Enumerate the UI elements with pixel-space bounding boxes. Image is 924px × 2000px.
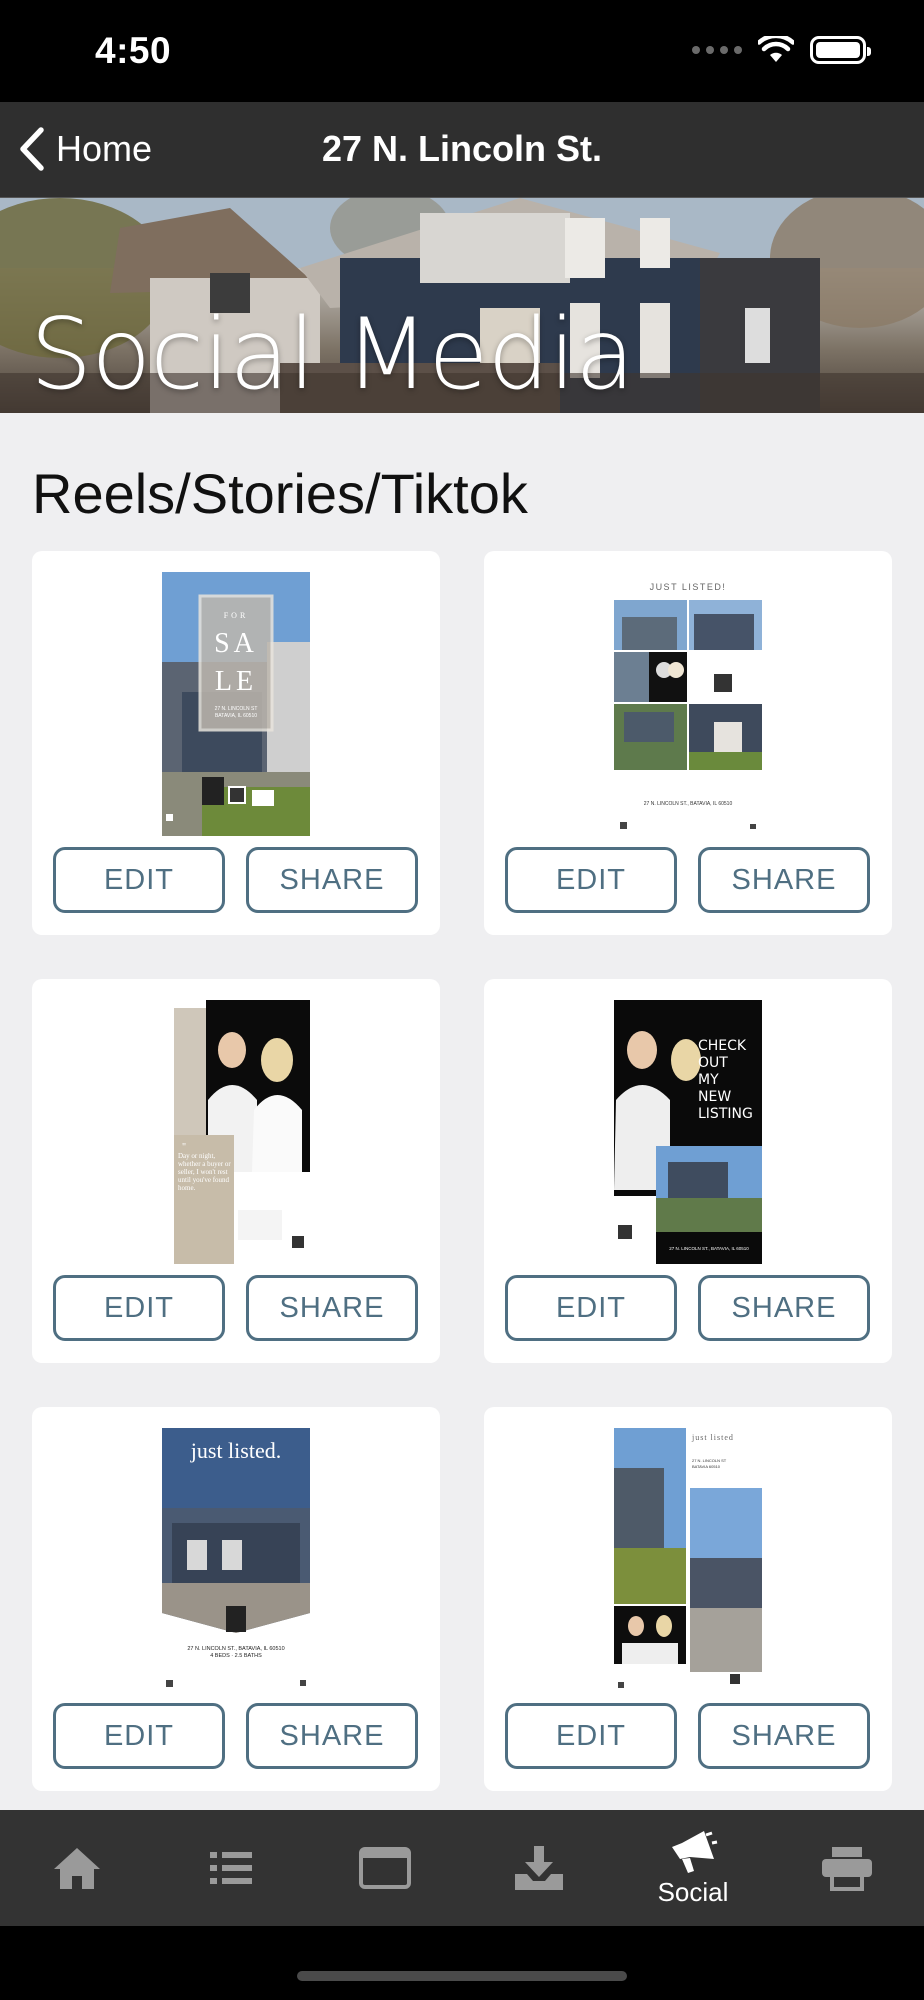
list-icon	[210, 1852, 252, 1884]
thumb-text: Day or night, whether a buyer or seller,…	[178, 1152, 231, 1192]
status-bar: 4:50	[0, 0, 924, 102]
thumb-text: CHECK	[698, 1038, 747, 1054]
template-thumbnail[interactable]: FOR SA LE 27 N. LINCOLN ST BATAVIA, IL 6…	[162, 572, 310, 836]
edit-button[interactable]: EDIT	[53, 847, 225, 913]
thumb-text: FOR	[224, 611, 249, 620]
browser-window-icon	[359, 1847, 411, 1889]
template-card: " Day or night, whether a buyer or selle…	[32, 979, 440, 1363]
thumb-text: just listed	[691, 1433, 734, 1442]
template-card: CHECK OUT MY NEW LISTING 27 N. LINCOLN S…	[484, 979, 892, 1363]
tab-browser[interactable]	[308, 1810, 462, 1926]
home-indicator[interactable]	[297, 1971, 627, 1981]
agent-quote-preview: " Day or night, whether a buyer or selle…	[162, 1000, 310, 1264]
thumb-text: 27 N. LINCOLN ST	[692, 1458, 727, 1463]
wifi-icon	[758, 36, 794, 62]
printer-icon	[822, 1847, 872, 1891]
thumb-text: SA	[214, 628, 258, 659]
thumb-text: MY	[698, 1072, 719, 1088]
edit-button[interactable]: EDIT	[53, 1275, 225, 1341]
thumb-text: just listed.	[190, 1438, 281, 1463]
thumb-text: 27 N. LINCOLN ST., BATAVIA, IL 60510	[644, 801, 733, 807]
share-button[interactable]: SHARE	[246, 1275, 418, 1341]
share-button[interactable]: SHARE	[246, 1703, 418, 1769]
thumb-text: BATAVIA 60510	[692, 1464, 721, 1469]
download-tray-icon	[515, 1846, 563, 1890]
tab-label: Social	[657, 1876, 729, 1907]
template-card: just listed. 27 N. LINCOLN ST., BATAVIA,…	[32, 1407, 440, 1791]
just-listed-grid-preview: JUST LISTED! 27 N. LINCOLN ST., BATAVIA,…	[614, 572, 762, 836]
cellular-signal-icon	[692, 46, 742, 54]
thumb-text: LISTING	[698, 1106, 753, 1122]
megaphone-icon	[672, 1830, 718, 1873]
share-button[interactable]: SHARE	[698, 1703, 870, 1769]
section-title: Reels/Stories/Tiktok	[32, 462, 528, 525]
status-icons	[692, 36, 871, 64]
share-button[interactable]: SHARE	[698, 1275, 870, 1341]
thumb-text: OUT	[698, 1055, 728, 1071]
hero-title: Social Media	[30, 298, 635, 412]
tab-bar: Social	[0, 1810, 924, 1926]
share-button[interactable]: SHARE	[246, 847, 418, 913]
content-area[interactable]: Reels/Stories/Tiktok FOR SA LE 27 N. LIN…	[0, 413, 924, 1810]
tab-home[interactable]	[0, 1810, 154, 1926]
template-card: JUST LISTED! 27 N. LINCOLN ST., BATAVIA,…	[484, 551, 892, 935]
page-title: 27 N. Lincoln St.	[321, 128, 603, 169]
template-card: just listed 27 N. LINCOLN ST BATAVIA 605…	[484, 1407, 892, 1791]
share-button[interactable]: SHARE	[698, 847, 870, 913]
thumb-text: NEW	[698, 1089, 731, 1105]
just-listed-collage-preview: just listed 27 N. LINCOLN ST BATAVIA 605…	[614, 1428, 762, 1692]
check-out-listing-preview: CHECK OUT MY NEW LISTING 27 N. LINCOLN S…	[614, 1000, 762, 1264]
hero-banner: Social Media	[0, 198, 924, 413]
thumb-text: 27 N. LINCOLN ST., BATAVIA, IL 60510	[187, 1646, 284, 1652]
thumb-text: 4 BEDS · 2.5 BATHS	[210, 1653, 262, 1659]
for-sale-preview: FOR SA LE 27 N. LINCOLN ST BATAVIA, IL 6…	[162, 572, 310, 836]
tab-list[interactable]	[154, 1810, 308, 1926]
template-thumbnail[interactable]: " Day or night, whether a buyer or selle…	[162, 1000, 310, 1264]
template-thumbnail[interactable]: just listed. 27 N. LINCOLN ST., BATAVIA,…	[162, 1428, 310, 1692]
tab-downloads[interactable]	[462, 1810, 616, 1926]
edit-button[interactable]: EDIT	[505, 1275, 677, 1341]
tab-print[interactable]	[770, 1810, 924, 1926]
template-thumbnail[interactable]: CHECK OUT MY NEW LISTING 27 N. LINCOLN S…	[614, 1000, 762, 1264]
edit-button[interactable]: EDIT	[505, 847, 677, 913]
thumb-text: LE	[215, 666, 257, 697]
thumb-text: JUST LISTED!	[650, 582, 727, 592]
template-card: FOR SA LE 27 N. LINCOLN ST BATAVIA, IL 6…	[32, 551, 440, 935]
thumb-text: BATAVIA, IL 60510	[215, 713, 257, 719]
template-thumbnail[interactable]: just listed 27 N. LINCOLN ST BATAVIA 605…	[614, 1428, 762, 1692]
home-icon	[54, 1848, 100, 1889]
edit-button[interactable]: EDIT	[53, 1703, 225, 1769]
just-listed-chevron-preview: just listed. 27 N. LINCOLN ST., BATAVIA,…	[162, 1428, 310, 1692]
template-thumbnail[interactable]: JUST LISTED! 27 N. LINCOLN ST., BATAVIA,…	[614, 572, 762, 836]
thumb-text: 27 N. LINCOLN ST., BATAVIA, IL 60510	[669, 1246, 749, 1251]
battery-icon	[810, 36, 871, 64]
tab-social[interactable]: Social	[616, 1810, 770, 1926]
thumb-text: 27 N. LINCOLN ST	[215, 706, 258, 712]
status-time: 4:50	[95, 30, 172, 71]
edit-button[interactable]: EDIT	[505, 1703, 677, 1769]
home-indicator-area	[0, 1926, 924, 2000]
navigation-bar: Home 27 N. Lincoln St.	[0, 102, 924, 198]
